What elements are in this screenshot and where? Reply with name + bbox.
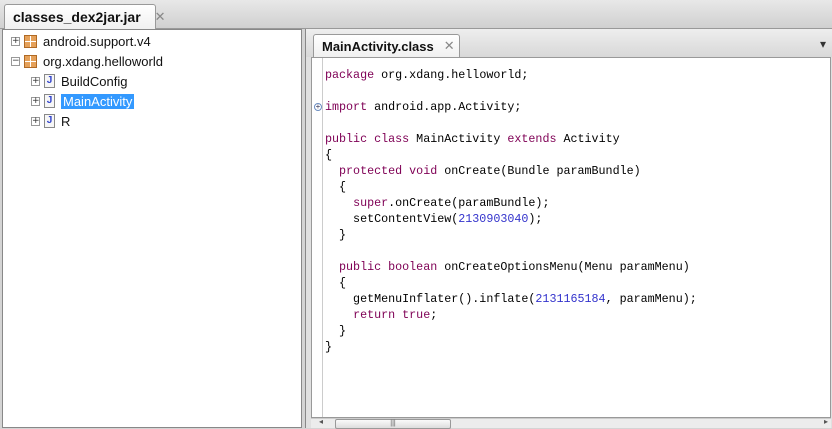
class-file-icon: J xyxy=(44,114,55,128)
code-line: public boolean onCreateOptionsMenu(Menu … xyxy=(325,259,690,275)
tree-node-label: R xyxy=(61,113,71,129)
editor-panel: MainActivity.class ✕ ▾ package org.xdang… xyxy=(305,29,832,429)
code-text: MainActivity xyxy=(409,132,508,146)
tree-node-org-xdang-helloworld[interactable]: − org.xdang.helloworld xyxy=(11,52,163,70)
code-text: getMenuInflater().inflate( xyxy=(325,292,536,306)
keyword: protected void xyxy=(339,164,438,178)
code-text: org.xdang.helloworld; xyxy=(374,68,529,82)
package-tree: + android.support.v4 − org.xdang.helloworld… xyxy=(2,29,302,428)
code-line: package org.xdang.helloworld; xyxy=(325,67,528,83)
code-text: onCreate(Bundle paramBundle) xyxy=(437,164,641,178)
code-text: ); xyxy=(528,212,543,226)
scroll-right-icon[interactable]: ▸ xyxy=(824,417,828,426)
code-text: } xyxy=(325,340,333,354)
code-line: } xyxy=(325,227,346,243)
keyword: super xyxy=(353,196,389,210)
tree-node-label: MainActivity xyxy=(61,93,135,109)
class-file-icon: J xyxy=(44,74,55,88)
keyword: public class xyxy=(325,132,410,146)
code-text: android.app.Activity; xyxy=(367,100,522,114)
expand-icon[interactable]: + xyxy=(31,116,40,126)
tree-node-r[interactable]: + J R xyxy=(31,112,70,130)
tree-node-mainactivity[interactable]: + J MainActivity xyxy=(31,92,135,110)
code-text: { xyxy=(325,148,333,162)
expand-imports-icon[interactable]: + xyxy=(314,103,322,111)
keyword: package xyxy=(325,68,375,82)
tab-classes-jar[interactable]: classes_dex2jar.jar ✕ xyxy=(4,4,166,29)
keyword: public boolean xyxy=(339,260,438,274)
top-tab-bar: classes_dex2jar.jar ✕ xyxy=(0,0,832,29)
code-text: onCreateOptionsMenu(Menu paramMenu) xyxy=(437,260,690,274)
class-file-icon: J xyxy=(44,94,55,108)
tree-node-label: android.support.v4 xyxy=(43,33,151,49)
code-line: protected void onCreate(Bundle paramBund… xyxy=(325,163,641,179)
number-literal: 2131165184 xyxy=(535,292,606,306)
code-text: , paramMenu); xyxy=(605,292,697,306)
expand-icon[interactable]: + xyxy=(31,96,40,106)
tab-mainactivity-class[interactable]: MainActivity.class ✕ xyxy=(313,34,460,57)
code-line: } xyxy=(325,323,346,339)
package-icon xyxy=(24,54,37,68)
code-line: getMenuInflater().inflate(2131165184, pa… xyxy=(325,291,697,307)
code-text: } xyxy=(325,228,347,242)
code-line: { xyxy=(325,275,346,291)
tab-label: classes_dex2jar.jar xyxy=(13,9,141,25)
code-line: { xyxy=(325,179,346,195)
expand-icon[interactable]: + xyxy=(11,36,20,46)
tree-node-android-support-v4[interactable]: + android.support.v4 xyxy=(11,32,151,50)
code-view[interactable]: package org.xdang.helloworld; import andr… xyxy=(311,57,831,418)
keyword: extends xyxy=(507,132,557,146)
close-icon[interactable]: ✕ xyxy=(444,38,455,54)
close-icon[interactable]: ✕ xyxy=(155,9,166,25)
code-line: { xyxy=(325,147,332,163)
code-text: Activity xyxy=(556,132,620,146)
code-line: return true; xyxy=(325,307,437,323)
expand-icon[interactable]: + xyxy=(31,76,40,86)
tree-node-label: BuildConfig xyxy=(61,73,128,89)
code-text: ; xyxy=(430,308,438,322)
package-icon xyxy=(24,34,37,48)
code-text: { xyxy=(325,276,347,290)
tree-node-label: org.xdang.helloworld xyxy=(43,53,163,69)
code-text: .onCreate(paramBundle); xyxy=(388,196,550,210)
code-line: public class MainActivity extends Activi… xyxy=(325,131,620,147)
collapse-icon[interactable]: − xyxy=(11,56,20,66)
code-line: } xyxy=(325,339,332,355)
number-literal: 2130903040 xyxy=(458,212,529,226)
code-text: setContentView( xyxy=(325,212,459,226)
keyword: return true xyxy=(353,308,431,322)
code-text: } xyxy=(325,324,347,338)
tab-list-menu-icon[interactable]: ▾ xyxy=(820,37,826,51)
horizontal-scrollbar[interactable]: ◂ ||| ▸ xyxy=(311,417,831,429)
tab-label: MainActivity.class xyxy=(322,38,434,54)
keyword: import xyxy=(325,100,368,114)
code-line: setContentView(2130903040); xyxy=(325,211,542,227)
tree-node-buildconfig[interactable]: + J BuildConfig xyxy=(31,72,128,90)
code-line: super.onCreate(paramBundle); xyxy=(325,195,549,211)
code-line: import android.app.Activity; xyxy=(325,99,521,115)
scroll-left-icon[interactable]: ◂ xyxy=(319,417,323,426)
code-text: { xyxy=(325,180,347,194)
